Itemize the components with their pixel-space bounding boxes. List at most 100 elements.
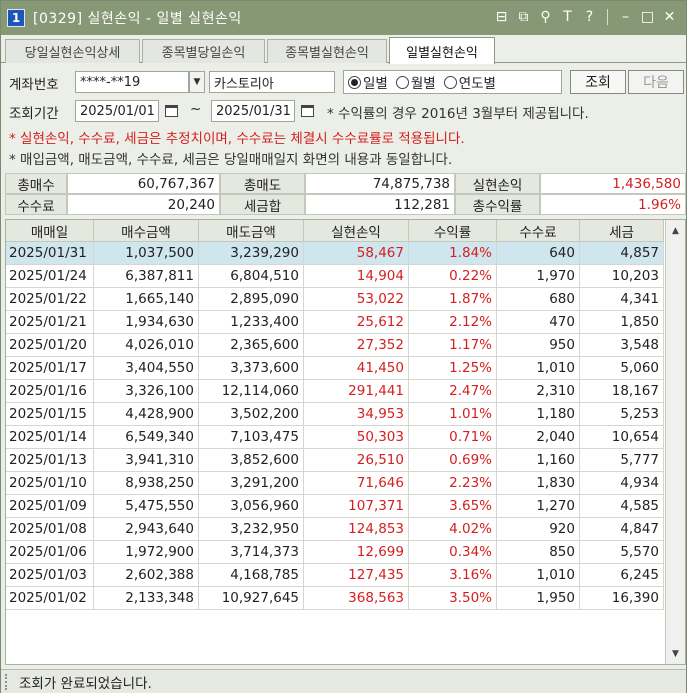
buy-amount-cell: 3,404,550 xyxy=(94,357,199,380)
table-row[interactable]: 2025/01/10 8,938,250 3,291,200 71,646 2.23% 1… xyxy=(6,472,664,495)
radio-unchecked-icon xyxy=(443,75,457,89)
date-to-field[interactable]: 2025/01/31 xyxy=(211,100,295,122)
table-row[interactable]: 2025/01/13 3,941,310 3,852,600 26,510 0.69% 1… xyxy=(6,449,664,472)
sell-amount-cell: 10,927,645 xyxy=(199,587,304,610)
window-number-badge: 1 xyxy=(7,9,25,27)
trade-date-cell: 2025/01/16 xyxy=(6,380,94,403)
date-from-field[interactable]: 2025/01/01 xyxy=(75,100,159,122)
return-rate-cell: 2.12% xyxy=(409,311,497,334)
header-return-rate[interactable]: 수익률 xyxy=(409,220,497,242)
radio-monthly[interactable]: 월별 xyxy=(395,72,436,92)
return-rate-cell: 0.69% xyxy=(409,449,497,472)
trade-date-cell: 2025/01/17 xyxy=(6,357,94,380)
summary-return-label: 총수익률 xyxy=(455,194,540,215)
buy-amount-cell: 6,387,811 xyxy=(94,265,199,288)
search-button[interactable]: 조회 xyxy=(570,70,626,94)
radio-yearly[interactable]: 연도별 xyxy=(443,72,496,92)
tab-daily-realized-pl[interactable]: 일별실현손익 xyxy=(389,37,495,64)
sell-amount-cell: 4,168,785 xyxy=(199,564,304,587)
table-row[interactable]: 2025/01/22 1,665,140 2,895,090 53,022 1.87% 6… xyxy=(6,288,664,311)
table-row[interactable]: 2025/01/31 1,037,500 3,239,290 58,467 1.84% 6… xyxy=(6,242,664,265)
calendar-icon[interactable] xyxy=(162,100,180,122)
copy-icon[interactable]: ⧉ xyxy=(515,8,532,26)
sell-amount-cell: 3,714,373 xyxy=(199,541,304,564)
table-row[interactable]: 2025/01/02 2,133,348 10,927,645 368,563 3.50… xyxy=(6,587,664,610)
scroll-up-arrow-icon[interactable]: ▲ xyxy=(666,221,685,240)
trade-date-cell: 2025/01/31 xyxy=(6,242,94,265)
fee-cell: 1,950 xyxy=(497,587,580,610)
account-label: 계좌번호 xyxy=(9,77,59,93)
status-bar: 조회가 완료되었습니다. xyxy=(1,669,686,693)
table-row[interactable]: 2025/01/14 6,549,340 7,103,475 50,303 0.71% 2… xyxy=(6,426,664,449)
header-buy-amount[interactable]: 매수금액 xyxy=(94,220,199,242)
realized-pl-cell: 53,022 xyxy=(304,288,409,311)
buy-amount-cell: 2,943,640 xyxy=(94,518,199,541)
fee-cell: 1,830 xyxy=(497,472,580,495)
return-rate-cell: 2.23% xyxy=(409,472,497,495)
sell-amount-cell: 7,103,475 xyxy=(199,426,304,449)
radio-monthly-label: 월별 xyxy=(410,76,436,92)
account-name-field: 카스토리아 xyxy=(209,71,335,93)
table-header: 매매일 매수금액 매도금액 실현손익 수익률 수수료 세금 xyxy=(6,220,664,242)
fee-cell: 2,310 xyxy=(497,380,580,403)
buy-amount-cell: 3,941,310 xyxy=(94,449,199,472)
text-icon[interactable]: T xyxy=(559,8,576,26)
table-row[interactable]: 2025/01/17 3,404,550 3,373,600 41,450 1.25% 1… xyxy=(6,357,664,380)
summary-total-buy-label: 총매수 xyxy=(5,173,67,194)
table-row[interactable]: 2025/01/15 4,428,900 3,502,200 34,953 1.01% 1… xyxy=(6,403,664,426)
tax-cell: 1,850 xyxy=(580,311,664,334)
sell-amount-cell: 3,502,200 xyxy=(199,403,304,426)
sell-amount-cell: 12,114,060 xyxy=(199,380,304,403)
minimize-icon[interactable]: – xyxy=(617,8,634,26)
help-icon[interactable]: ? xyxy=(581,8,598,26)
scroll-down-arrow-icon[interactable]: ▼ xyxy=(666,644,685,663)
table-row[interactable]: 2025/01/16 3,326,100 12,114,060 291,441 2.47… xyxy=(6,380,664,403)
pin-icon[interactable]: ⚲ xyxy=(537,8,554,26)
table-row[interactable]: 2025/01/24 6,387,811 6,804,510 14,904 0.22% 1… xyxy=(6,265,664,288)
maximize-icon[interactable]: □ xyxy=(639,8,656,26)
account-dropdown-button[interactable]: ▼ xyxy=(189,71,205,93)
table-row[interactable]: 2025/01/06 1,972,900 3,714,373 12,699 0.34% 8… xyxy=(6,541,664,564)
trade-date-cell: 2025/01/10 xyxy=(6,472,94,495)
fee-cell: 640 xyxy=(497,242,580,265)
realized-pl-cell: 71,646 xyxy=(304,472,409,495)
tax-cell: 4,934 xyxy=(580,472,664,495)
header-tax[interactable]: 세금 xyxy=(580,220,664,242)
tab-stock-daily-pl[interactable]: 종목별당일손익 xyxy=(142,39,265,63)
summary-total-sell-value: 74,875,738 xyxy=(305,173,455,194)
header-fee[interactable]: 수수료 xyxy=(497,220,580,242)
table-row[interactable]: 2025/01/20 4,026,010 2,365,600 27,352 1.17% 9… xyxy=(6,334,664,357)
table-row[interactable]: 2025/01/08 2,943,640 3,232,950 124,853 4.02%… xyxy=(6,518,664,541)
tab-stock-realized-pl[interactable]: 종목별실현손익 xyxy=(267,39,387,63)
realized-pl-cell: 124,853 xyxy=(304,518,409,541)
realized-pl-cell: 27,352 xyxy=(304,334,409,357)
realized-pl-cell: 107,371 xyxy=(304,495,409,518)
radio-unchecked-icon xyxy=(395,75,409,89)
realized-pl-cell: 127,435 xyxy=(304,564,409,587)
tax-cell: 10,654 xyxy=(580,426,664,449)
calendar-icon[interactable] xyxy=(298,100,316,122)
radio-daily[interactable]: 일별 xyxy=(348,72,388,92)
vertical-scrollbar[interactable]: ▲ ▼ xyxy=(665,220,685,664)
buy-amount-cell: 8,938,250 xyxy=(94,472,199,495)
period-label: 조회기간 xyxy=(9,106,59,122)
account-number-field[interactable]: ****-**19 xyxy=(75,71,189,93)
layout-icon[interactable]: ⊟ xyxy=(493,8,510,26)
header-sell-amount[interactable]: 매도금액 xyxy=(199,220,304,242)
tab-daily-detail[interactable]: 당일실현손익상세 xyxy=(5,39,140,63)
header-realized-pl[interactable]: 실현손익 xyxy=(304,220,409,242)
table-row[interactable]: 2025/01/21 1,934,630 1,233,400 25,612 2.12% 4… xyxy=(6,311,664,334)
estimate-notice: * 실현손익, 수수료, 세금은 추정치이며, 수수료는 체결시 수수료률로 적… xyxy=(9,131,465,147)
header-trade-date[interactable]: 매매일 xyxy=(6,220,94,242)
data-source-notice: * 매입금액, 매도금액, 수수료, 세금은 당일매매일지 화면의 내용과 동일… xyxy=(9,152,453,168)
realized-pl-cell: 25,612 xyxy=(304,311,409,334)
daily-pl-table: 매매일 매수금액 매도금액 실현손익 수익률 수수료 세금 2025/01/31 1,037,… xyxy=(5,219,686,665)
tax-cell: 5,253 xyxy=(580,403,664,426)
sell-amount-cell: 3,056,960 xyxy=(199,495,304,518)
table-row[interactable]: 2025/01/09 5,475,550 3,056,960 107,371 3.65%… xyxy=(6,495,664,518)
sell-amount-cell: 3,239,290 xyxy=(199,242,304,265)
next-button[interactable]: 다음 xyxy=(628,70,684,94)
table-row[interactable]: 2025/01/03 2,602,388 4,168,785 127,435 3.16%… xyxy=(6,564,664,587)
realized-pl-cell: 58,467 xyxy=(304,242,409,265)
close-icon[interactable]: ✕ xyxy=(661,8,678,26)
